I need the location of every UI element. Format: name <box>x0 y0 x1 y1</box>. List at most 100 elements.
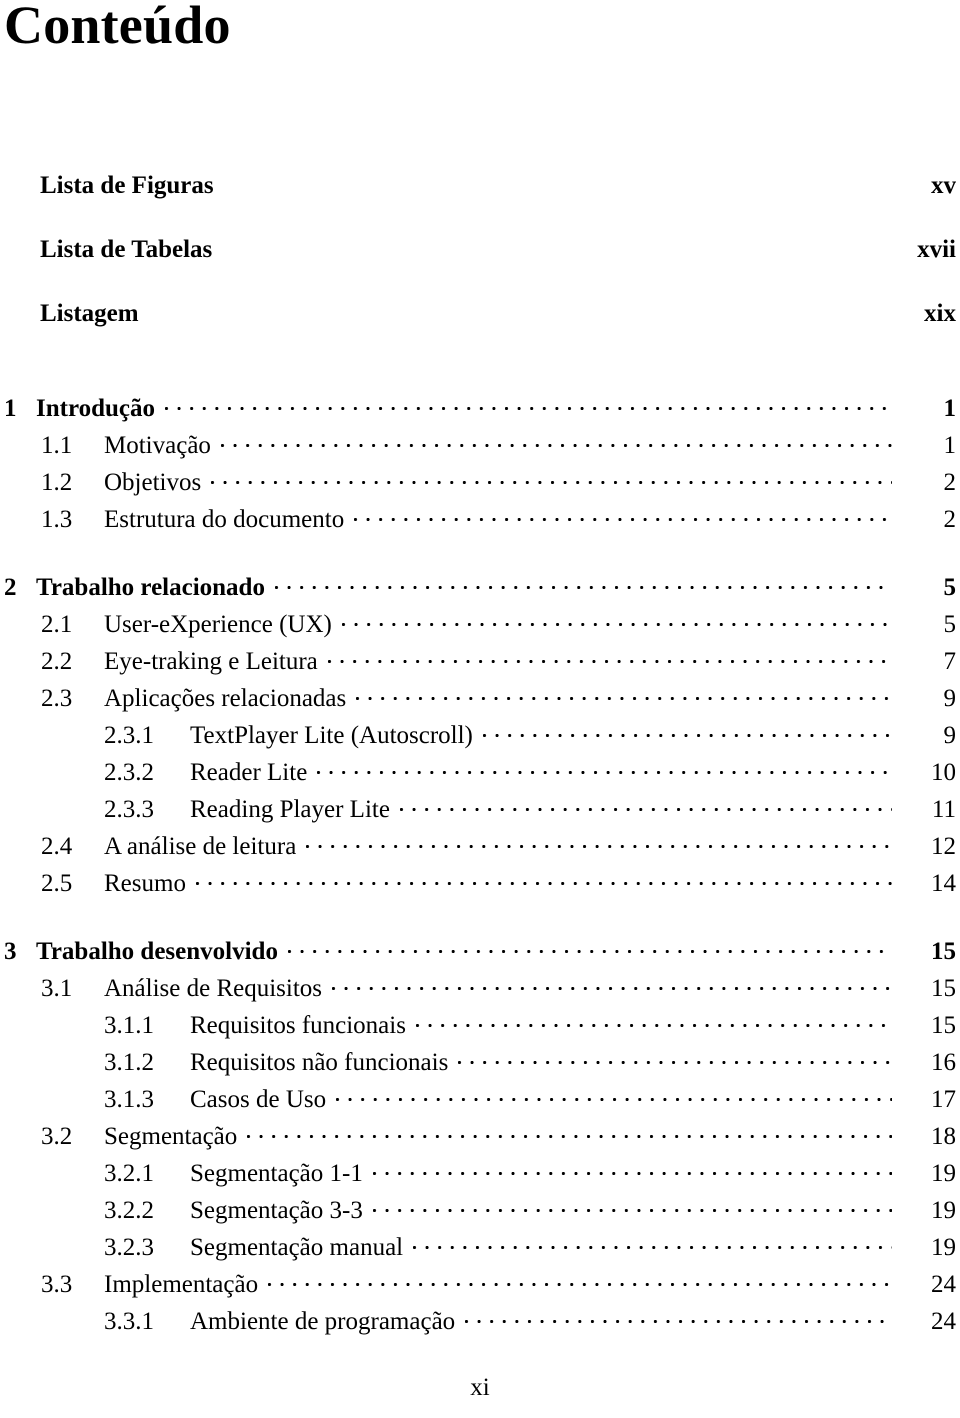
toc-entry-title: Objetivos <box>104 469 202 496</box>
toc-entry-2-3-1[interactable]: 2.3.1 TextPlayer Lite (Autoscroll) 9 <box>0 718 956 755</box>
toc-entry-3-1-3[interactable]: 3.1.3 Casos de Uso 17 <box>0 1082 956 1119</box>
toc-entry-page-number: 2 <box>943 506 957 533</box>
toc-entry-page-number: 16 <box>931 1049 956 1076</box>
toc-entry-number: 2 <box>4 574 17 601</box>
toc-entry-title: Análise de Requisitos <box>104 975 323 1002</box>
toc-entry-2-2[interactable]: 2.2 Eye-traking e Leitura 7 <box>0 644 956 681</box>
toc-entry-2-3[interactable]: 2.3 Aplicações relacionadas 9 <box>0 681 956 718</box>
toc-entry-title: TextPlayer Lite (Autoscroll) <box>190 722 473 749</box>
toc-dot-leader <box>465 1304 892 1329</box>
toc-dot-leader <box>372 1156 892 1181</box>
toc-dot-leader <box>274 570 892 595</box>
toc-entry-title: Aplicações relacionadas <box>104 685 347 712</box>
toc-dot-leader <box>482 718 892 743</box>
toc-entry-number: 1 <box>4 395 17 422</box>
toc-entry-title: Trabalho desenvolvido <box>36 938 278 965</box>
toc-page: Conteúdo Lista de Figuras xv Lista de Tabe… <box>0 0 960 1418</box>
toc-entry-2-5[interactable]: 2.5 Resumo 14 <box>0 866 956 903</box>
toc-dot-leader <box>220 428 892 453</box>
toc-entry-title: Ambiente de programação <box>190 1308 456 1335</box>
toc-entry-page-number: 19 <box>931 1160 956 1187</box>
toc-entry-page-number: 14 <box>931 870 956 897</box>
toc-entry-number: 3.3 <box>41 1271 73 1298</box>
toc-entry-page-number: 15 <box>931 938 956 965</box>
toc-entry-1-1[interactable]: 1.1 Motivação 1 <box>0 428 956 465</box>
toc-entry-title: Reading Player Lite <box>190 796 390 823</box>
toc-entry-number: 3.2 <box>41 1123 73 1150</box>
toc-entry-number: 2.3 <box>41 685 73 712</box>
toc-entry-2[interactable]: 2 Trabalho relacionado 5 <box>0 570 956 607</box>
toc-dot-leader <box>332 971 892 996</box>
toc-entry-number: 3.2.2 <box>104 1197 154 1224</box>
toc-entry-title: Reader Lite <box>190 759 308 786</box>
toc-entry-number: 1.3 <box>41 506 73 533</box>
toc-entry-title: Segmentação 3-3 <box>190 1197 363 1224</box>
toc-entry-number: 2.3.2 <box>104 759 154 786</box>
toc-entry-page-number: 19 <box>931 1197 956 1224</box>
toc-entry-title: Resumo <box>104 870 186 897</box>
toc-entry-number: 3.1.1 <box>104 1012 154 1039</box>
toc-entry-front-1[interactable]: Lista de Tabelas xvii <box>0 232 956 296</box>
toc-entry-title: Segmentação <box>104 1123 238 1150</box>
toc-entry-number: 2.4 <box>41 833 73 860</box>
toc-entry-title: Lista de Tabelas <box>40 236 213 263</box>
toc-entry-title: Introdução <box>36 395 156 422</box>
page-title: Conteúdo <box>4 0 231 55</box>
toc-entry-1-2[interactable]: 1.2 Objetivos 2 <box>0 465 956 502</box>
toc-entry-page-number: 11 <box>931 796 956 823</box>
toc-entry-page-number: 24 <box>931 1271 956 1298</box>
toc-entry-page-number: 2 <box>943 469 957 496</box>
toc-entry-page-number: 1 <box>943 395 957 422</box>
toc-dot-leader <box>354 502 892 527</box>
toc-entry-2-3-2[interactable]: 2.3.2 Reader Lite 10 <box>0 755 956 792</box>
toc-entry-3-2[interactable]: 3.2 Segmentação 18 <box>0 1119 956 1156</box>
toc-entry-3-1[interactable]: 3.1 Análise de Requisitos 15 <box>0 971 956 1008</box>
toc-entry-3[interactable]: 3 Trabalho desenvolvido 15 <box>0 934 956 971</box>
toc-entry-number: 3 <box>4 938 17 965</box>
toc-entry-title: Segmentação manual <box>190 1234 404 1261</box>
toc-entry-number: 3.3.1 <box>104 1308 154 1335</box>
toc-dot-leader <box>214 168 892 193</box>
toc-entry-1-3[interactable]: 1.3 Estrutura do documento 2 <box>0 502 956 539</box>
toc-entry-title: A análise de leitura <box>104 833 297 860</box>
toc-entry-title: Eye-traking e Leitura <box>104 648 318 675</box>
toc-entry-front-2[interactable]: Listagem xix <box>0 296 956 360</box>
toc-entry-3-2-1[interactable]: 3.2.1 Segmentação 1-1 19 <box>0 1156 956 1193</box>
toc-entry-2-3-3[interactable]: 2.3.3 Reading Player Lite 11 <box>0 792 956 829</box>
toc-entry-number: 2.3.3 <box>104 796 154 823</box>
toc-entry-3-3[interactable]: 3.3 Implementação 24 <box>0 1267 956 1304</box>
toc-entry-3-3-1[interactable]: 3.3.1 Ambiente de programação 24 <box>0 1304 956 1341</box>
toc-dot-leader <box>287 934 892 959</box>
toc-entry-title: Motivação <box>104 432 211 459</box>
toc-entry-number: 2.5 <box>41 870 73 897</box>
toc-dot-leader <box>372 1193 892 1218</box>
toc-entry-3-2-3[interactable]: 3.2.3 Segmentação manual 19 <box>0 1230 956 1267</box>
toc-entry-page-number: 19 <box>931 1234 956 1261</box>
toc-entry-3-1-2[interactable]: 3.1.2 Requisitos não funcionais 16 <box>0 1045 956 1082</box>
toc-entry-title: Requisitos não funcionais <box>190 1049 449 1076</box>
toc-entry-page-number: 15 <box>931 975 956 1002</box>
toc-dot-leader <box>399 792 892 817</box>
toc-entry-page-number: 9 <box>943 685 957 712</box>
toc-entry-1[interactable]: 1 Introdução 1 <box>0 391 956 428</box>
toc-dot-leader <box>306 829 892 854</box>
toc-dot-leader <box>211 465 892 490</box>
toc-entry-number: 3.1.3 <box>104 1086 154 1113</box>
toc-entry-2-4[interactable]: 2.4 A análise de leitura 12 <box>0 829 956 866</box>
toc-entry-title: Lista de Figuras <box>40 172 214 199</box>
toc-dot-leader <box>317 755 892 780</box>
toc-dot-leader <box>356 681 892 706</box>
toc-entry-title: Trabalho relacionado <box>36 574 265 601</box>
toc-entry-number: 3.1 <box>41 975 73 1002</box>
toc-dot-leader <box>341 607 892 632</box>
toc-entry-page-number: 18 <box>931 1123 956 1150</box>
toc-entry-3-2-2[interactable]: 3.2.2 Segmentação 3-3 19 <box>0 1193 956 1230</box>
toc-entry-2-1[interactable]: 2.1 User-eXperience (UX) 5 <box>0 607 956 644</box>
toc-entry-page-number: 12 <box>931 833 956 860</box>
toc-entry-page-number: 9 <box>943 722 957 749</box>
toc-entry-number: 2.1 <box>41 611 73 638</box>
toc-entry-title: Requisitos funcionais <box>190 1012 406 1039</box>
toc-entry-title: Implementação <box>104 1271 259 1298</box>
toc-entry-front-0[interactable]: Lista de Figuras xv <box>0 168 956 232</box>
toc-entry-3-1-1[interactable]: 3.1.1 Requisitos funcionais 15 <box>0 1008 956 1045</box>
